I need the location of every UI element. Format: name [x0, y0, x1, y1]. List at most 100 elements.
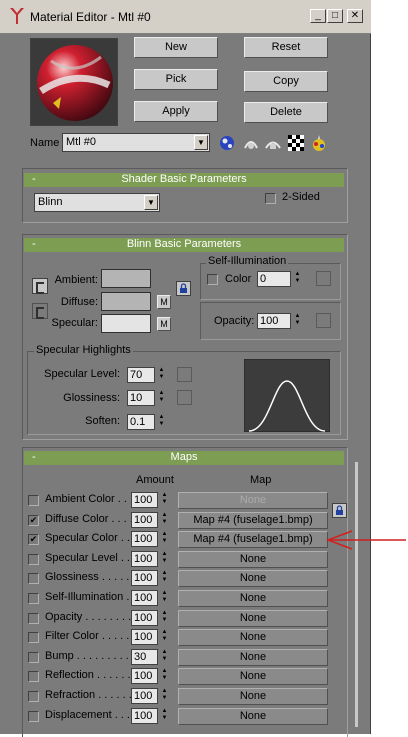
- map-slot-button[interactable]: Map #4 (fuselage1.bmp): [178, 512, 328, 529]
- map-amount-spinner[interactable]: ▲ ▼: [160, 668, 169, 682]
- map-amount-field[interactable]: 100: [131, 570, 158, 586]
- close-button[interactable]: ✕: [347, 9, 363, 23]
- map-slot-button[interactable]: None: [178, 629, 328, 646]
- map-amount-field[interactable]: 100: [131, 531, 158, 547]
- chevron-down-icon[interactable]: ▼: [144, 195, 158, 210]
- map-slot-button[interactable]: Map #4 (fuselage1.bmp): [178, 531, 328, 548]
- blinn-rollout-header[interactable]: - Blinn Basic Parameters: [24, 238, 344, 252]
- material-name-combo[interactable]: Mtl #0 ▼: [62, 133, 210, 152]
- map-enable-checkbox[interactable]: [28, 671, 39, 682]
- map-amount-spinner[interactable]: ▲ ▼: [160, 531, 169, 545]
- map-slot-button[interactable]: None: [178, 688, 328, 705]
- maps-rollout-header[interactable]: - Maps: [24, 451, 344, 465]
- soften-field[interactable]: 0.1: [127, 414, 155, 430]
- map-amount-field[interactable]: 100: [131, 629, 158, 645]
- map-enable-checkbox[interactable]: ✔: [28, 515, 39, 526]
- map-amount-spinner[interactable]: ▲ ▼: [160, 688, 169, 702]
- lock-diffuse-specular-button[interactable]: [32, 303, 48, 319]
- opacity-map-button[interactable]: [316, 313, 331, 328]
- map-enable-checkbox[interactable]: [28, 691, 39, 702]
- chevron-down-icon[interactable]: ▼: [194, 135, 208, 150]
- map-amount-spinner[interactable]: ▲ ▼: [160, 570, 169, 584]
- lock-ambient-diffuse-button[interactable]: [32, 278, 48, 294]
- map-enable-checkbox[interactable]: ✔: [28, 534, 39, 545]
- map-amount-spinner[interactable]: ▲ ▼: [160, 551, 169, 565]
- map-amount-field[interactable]: 100: [131, 610, 158, 626]
- two-sided-checkbox[interactable]: [265, 193, 276, 204]
- map-row-label: Bump . . . . . . . . .: [45, 650, 129, 662]
- opacity-value-field[interactable]: 100: [257, 313, 291, 329]
- glossiness-field[interactable]: 10: [127, 390, 155, 406]
- map-enable-checkbox[interactable]: [28, 652, 39, 663]
- map-amount-field[interactable]: 100: [131, 708, 158, 724]
- reset-button[interactable]: Reset: [244, 37, 328, 58]
- map-slot-button[interactable]: None: [178, 551, 328, 568]
- map-amount-field[interactable]: 100: [131, 590, 158, 606]
- map-enable-checkbox[interactable]: [28, 573, 39, 584]
- map-slot-button[interactable]: None: [178, 610, 328, 627]
- glossiness-map-button[interactable]: [177, 390, 192, 405]
- map-amount-field[interactable]: 100: [131, 668, 158, 684]
- put-to-scene-icon[interactable]: [242, 134, 260, 152]
- annotation-arrow: [325, 530, 406, 550]
- shader-type-combo[interactable]: Blinn ▼: [34, 193, 160, 212]
- self-illum-spinner[interactable]: ▲ ▼: [293, 271, 302, 285]
- map-amount-spinner[interactable]: ▲ ▼: [160, 590, 169, 604]
- specular-level-field[interactable]: 70: [127, 367, 155, 383]
- sample-slot[interactable]: [30, 38, 118, 126]
- map-slot-button[interactable]: None: [178, 668, 328, 685]
- assign-material-icon[interactable]: [264, 134, 282, 152]
- lock-icon[interactable]: [332, 503, 347, 518]
- material-effects-icon[interactable]: [310, 134, 328, 152]
- map-enable-checkbox[interactable]: [28, 711, 39, 722]
- map-amount-field[interactable]: 100: [131, 688, 158, 704]
- lock-icon[interactable]: [176, 281, 191, 296]
- map-slot-button[interactable]: None: [178, 649, 328, 666]
- minimize-button[interactable]: _: [310, 9, 326, 23]
- self-illum-color-checkbox[interactable]: [207, 274, 218, 285]
- map-enable-checkbox[interactable]: [28, 495, 39, 506]
- map-slot-button[interactable]: None: [178, 570, 328, 587]
- map-enable-checkbox[interactable]: [28, 554, 39, 565]
- scrollbar[interactable]: [355, 462, 358, 727]
- specular-level-spinner[interactable]: ▲ ▼: [157, 367, 166, 381]
- map-enable-checkbox[interactable]: [28, 632, 39, 643]
- specular-map-button[interactable]: M: [157, 317, 171, 331]
- map-amount-spinner[interactable]: ▲ ▼: [160, 649, 169, 663]
- opacity-spinner[interactable]: ▲ ▼: [293, 313, 302, 327]
- map-amount-spinner[interactable]: ▲ ▼: [160, 610, 169, 624]
- copy-button[interactable]: Copy: [244, 71, 328, 92]
- map-amount-field[interactable]: 100: [131, 512, 158, 528]
- shader-rollout-header[interactable]: - Shader Basic Parameters: [24, 173, 344, 187]
- map-slot-button[interactable]: None: [178, 708, 328, 725]
- get-material-icon[interactable]: [218, 134, 236, 152]
- map-enable-checkbox[interactable]: [28, 613, 39, 624]
- map-slot-button[interactable]: None: [178, 590, 328, 607]
- maximize-button[interactable]: □: [327, 9, 343, 23]
- checker-icon[interactable]: [287, 134, 305, 152]
- blinn-rollout-title: Blinn Basic Parameters: [126, 238, 242, 250]
- apply-button[interactable]: Apply: [134, 101, 218, 122]
- map-amount-spinner[interactable]: ▲ ▼: [160, 708, 169, 722]
- specular-level-map-button[interactable]: [177, 367, 192, 382]
- ambient-color-swatch[interactable]: [101, 269, 151, 288]
- self-illum-map-button[interactable]: [316, 271, 331, 286]
- soften-spinner[interactable]: ▲ ▼: [157, 414, 166, 428]
- map-enable-checkbox[interactable]: [28, 593, 39, 604]
- map-amount-spinner[interactable]: ▲ ▼: [160, 512, 169, 526]
- map-amount-field[interactable]: 100: [131, 492, 158, 508]
- map-amount-field[interactable]: 100: [131, 551, 158, 567]
- map-header: Map: [250, 474, 272, 486]
- diffuse-color-swatch[interactable]: [101, 292, 151, 311]
- map-amount-spinner[interactable]: ▲ ▼: [160, 629, 169, 643]
- map-amount-field[interactable]: 30: [131, 649, 158, 665]
- map-slot-button[interactable]: None: [178, 492, 328, 509]
- delete-button[interactable]: Delete: [244, 102, 328, 123]
- diffuse-map-button[interactable]: M: [157, 295, 171, 309]
- map-amount-spinner[interactable]: ▲ ▼: [160, 492, 169, 506]
- pick-button[interactable]: Pick: [134, 69, 218, 90]
- glossiness-spinner[interactable]: ▲ ▼: [157, 390, 166, 404]
- self-illum-value-field[interactable]: 0: [257, 271, 291, 287]
- specular-color-swatch[interactable]: [101, 314, 151, 333]
- new-button[interactable]: New: [134, 37, 218, 58]
